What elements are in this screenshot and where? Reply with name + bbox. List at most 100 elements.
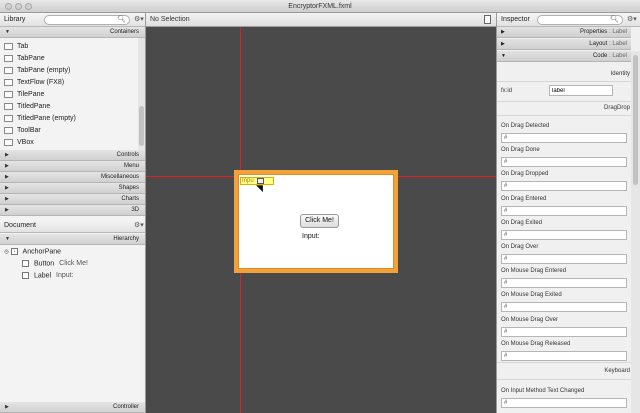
dragdrop-heading: DragDrop (603, 105, 630, 111)
collapsed-triangle-icon: ▶ (5, 163, 9, 169)
event-handler-input[interactable]: # (501, 181, 627, 192)
left-panel: Library 🔍︎ ⚙▾ ▼ Containers Tab TabPane Tab… (0, 13, 146, 413)
separator (497, 81, 631, 82)
canvas-toolbar: No Selection (146, 13, 496, 27)
section-suffix: Label (612, 41, 627, 47)
collapse-toggle-icon[interactable]: ⊝ (4, 249, 9, 255)
titledpane-icon (4, 115, 13, 122)
library-item-label: TextFlow (FX8) (17, 79, 65, 86)
event-label: On Input Method Text Changed (501, 388, 585, 394)
event-handler-input[interactable]: # (501, 205, 627, 216)
controller-section[interactable]: ▶ Controller (0, 402, 145, 413)
inspector-section-0[interactable]: ▶ Properties : Label (497, 27, 631, 38)
inspector-section-label: Code : Label (593, 53, 627, 59)
textflow-icon (4, 79, 13, 86)
event-handler-input[interactable]: # (501, 278, 627, 289)
identity-heading: Identity (610, 71, 630, 77)
library-item-label: Tab (17, 43, 29, 50)
tabpane-icon (4, 55, 13, 62)
toolbar-icon (4, 127, 13, 134)
label-icon (22, 272, 29, 279)
collapsed-triangle-icon: ▶ (5, 152, 9, 158)
event-handler-input[interactable]: # (501, 254, 627, 264)
library-item[interactable]: Tab (0, 41, 138, 53)
library-section-4[interactable]: ▶ Charts (0, 194, 145, 205)
event-label: On Drag Dropped (501, 171, 549, 178)
section-name: Layout (589, 41, 608, 47)
document-gear-icon[interactable]: ⚙▾ (134, 221, 144, 229)
zoom-window-button[interactable] (25, 3, 32, 10)
inspector-search-input[interactable]: 🔍︎ (537, 15, 623, 25)
inspector-header: Inspector 🔍︎ ⚙▾ (497, 13, 640, 27)
library-section-0[interactable]: ▶ Controls (0, 150, 145, 161)
event-label: On Drag Over (501, 244, 539, 250)
library-item-label: TitledPane (17, 103, 51, 110)
event-label: On Drag Detected (501, 123, 550, 129)
fxid-input[interactable] (549, 85, 613, 96)
library-item-label: ToolBar (17, 127, 41, 134)
content-area[interactable]: No Selection Inpu ◥ Click Me! Input: (146, 13, 496, 413)
library-section-1[interactable]: ▶ Menu (0, 161, 145, 172)
section-name: Properties (579, 29, 608, 35)
section-name: Code (592, 53, 608, 59)
library-item[interactable]: TabPane (0, 53, 138, 65)
event-label: On Mouse Drag Released (501, 340, 571, 347)
library-search-input[interactable]: 🔍︎ (44, 15, 130, 25)
separator (497, 115, 631, 116)
fxid-label: fx:id (501, 88, 513, 94)
library-section-containers[interactable]: ▼ Containers (0, 27, 145, 38)
library-gear-icon[interactable]: ⚙▾ (134, 15, 144, 23)
minimize-window-button[interactable] (15, 3, 22, 10)
tree-row-label[interactable]: Label Input: (22, 272, 74, 279)
tree-row-button[interactable]: Button Click Me! (22, 260, 88, 267)
hierarchy-section[interactable]: ▼ Hierarchy (0, 234, 145, 245)
library-item-label: VBox (17, 139, 34, 146)
library-item-label: TabPane (empty) (17, 67, 71, 74)
event-handler-input[interactable]: # (501, 133, 627, 143)
library-item[interactable]: TitledPane (empty) (0, 113, 138, 125)
event-handler-input[interactable]: # (501, 326, 627, 337)
library-section-5[interactable]: ▶ 3D (0, 205, 145, 216)
library-item-label: TilePane (17, 91, 45, 98)
library-item[interactable]: ToolBar (0, 125, 138, 137)
library-item[interactable]: TabPane (empty) (0, 65, 138, 77)
inspector-section-1[interactable]: ▶ Layout : Label (497, 39, 631, 50)
event-label: On Drag Exited (501, 219, 543, 226)
library-section-label: 3D (131, 207, 139, 213)
tree-row-anchorpane[interactable]: ⊝ ↓ AnchorPane (4, 248, 61, 255)
close-window-button[interactable] (5, 3, 12, 10)
document-icon[interactable] (484, 15, 491, 24)
library-scrollbar[interactable] (138, 38, 145, 150)
inspector-scroll-thumb[interactable] (633, 55, 638, 185)
library-section-label: Shapes (118, 185, 139, 191)
collapsed-triangle-icon: ▶ (5, 174, 9, 180)
separator (497, 362, 631, 363)
expanded-triangle-icon: ▼ (501, 53, 506, 59)
expanded-triangle-icon: ▼ (5, 236, 10, 242)
library-scroll-thumb[interactable] (139, 106, 144, 146)
anchorpane-stage[interactable]: Inpu ◥ Click Me! Input: (234, 170, 398, 273)
library-item[interactable]: TextFlow (FX8) (0, 77, 138, 89)
event-handler-input[interactable]: # (501, 157, 627, 168)
separator (497, 379, 631, 380)
event-handler-input[interactable]: # (501, 398, 627, 408)
library-section-3[interactable]: ▶ Shapes (0, 183, 145, 194)
click-me-button[interactable]: Click Me! (300, 214, 339, 228)
event-handler-input[interactable]: # (501, 302, 627, 313)
library-item[interactable]: TilePane (0, 89, 138, 101)
library-section-2[interactable]: ▶ Miscellaneous (0, 172, 145, 183)
event-handler-input[interactable]: # (501, 350, 627, 361)
inspector-section-2[interactable]: ▼ Code : Label (497, 51, 631, 62)
selection-status: No Selection (150, 16, 190, 23)
input-label[interactable]: Input: (302, 233, 320, 240)
library-item[interactable]: VBox (0, 137, 138, 149)
window-titlebar: EncryptorFXML.fxml (0, 0, 640, 13)
inspector-title: Inspector (501, 16, 530, 23)
collapsed-triangle-icon: ▶ (501, 41, 505, 47)
inspector-gear-icon[interactable]: ⚙▾ (627, 15, 637, 23)
inspector-scrollbar[interactable] (631, 51, 640, 413)
library-item[interactable]: TitledPane (0, 101, 138, 113)
keyboard-heading: Keyboard (604, 368, 630, 374)
document-header: Document ⚙▾ (0, 219, 145, 233)
event-handler-input[interactable]: # (501, 229, 627, 240)
